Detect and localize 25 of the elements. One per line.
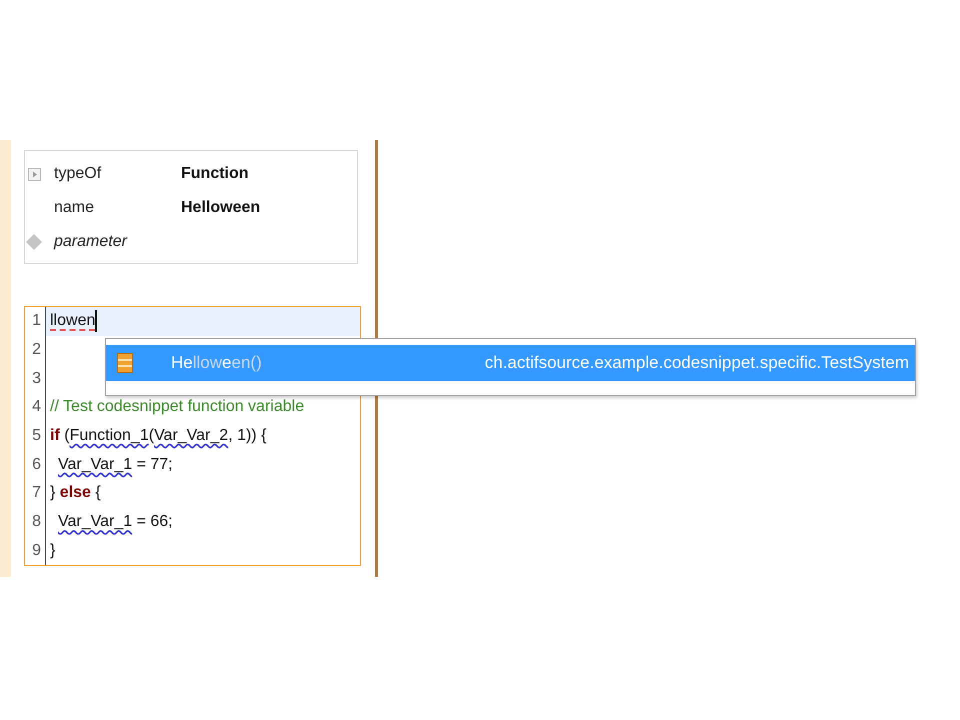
code-line: Var_Var_1 = 66; — [57, 513, 173, 532]
property-value: Helloween — [181, 199, 260, 217]
code-line: // Test codesnippet function variable — [50, 398, 304, 416]
line-number: 5 — [25, 422, 46, 450]
code-line: llowen — [50, 312, 96, 330]
line-number: 7 — [25, 479, 46, 508]
code-line: Var_Var_1 = 77; — [57, 456, 173, 474]
property-label: typeOf — [54, 165, 102, 183]
line-number: 9 — [25, 536, 46, 566]
completion-qualifier: ch.actifsource.example.codesnippet.specific.TestSystem — [484, 353, 910, 373]
line-number: 2 — [25, 336, 46, 364]
method-icon — [117, 353, 133, 373]
property-value: Function — [181, 165, 249, 183]
code-line: } — [50, 542, 56, 560]
completion-label: Helloween() — [171, 353, 262, 373]
code-line: if (Function_1(Var_Var_2, 1)) { — [50, 427, 266, 446]
line-number: 8 — [25, 508, 46, 536]
property-label: name — [54, 199, 96, 217]
line-number: 3 — [25, 364, 46, 394]
property-label: parameter — [54, 233, 128, 251]
code-line: } else { — [50, 484, 101, 502]
diamond-icon — [25, 233, 43, 251]
line-number: 4 — [25, 393, 46, 422]
expand-icon[interactable] — [28, 168, 40, 180]
line-number: 6 — [25, 450, 46, 480]
